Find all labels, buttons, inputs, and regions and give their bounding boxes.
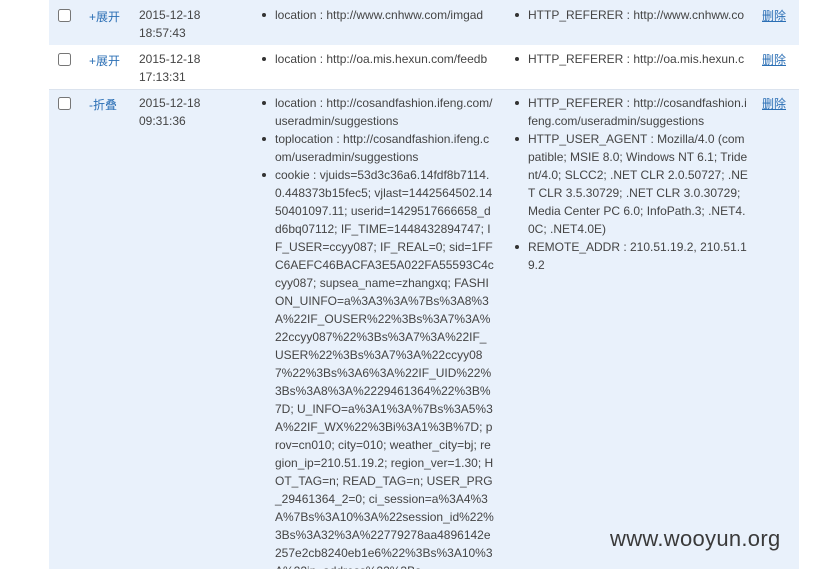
list-item: cookie : vjuids=53d3c36a6.14fdf8b7114.0.… <box>261 166 494 569</box>
date-text: 2015-12-18 <box>139 96 201 110</box>
delete-link[interactable]: 删除 <box>762 95 786 112</box>
list-item: location : http://oa.mis.hexun.com/feedb <box>261 50 494 68</box>
location-list: location : http://oa.mis.hexun.com/feedb <box>261 50 494 68</box>
header-list: HTTP_REFERER : http://oa.mis.hexun.c <box>514 50 750 68</box>
time-text: 17:13:31 <box>139 70 186 84</box>
table-row: +展开 2015-12-18 18:57:43 location : http:… <box>49 0 799 46</box>
header-list: HTTP_REFERER : http://www.cnhww.co <box>514 6 750 24</box>
location-list: location : http://cosandfashion.ifeng.co… <box>261 94 494 569</box>
list-item: HTTP_REFERER : http://cosandfashion.ifen… <box>514 94 750 130</box>
row-checkbox[interactable] <box>58 97 71 110</box>
list-item: HTTP_REFERER : http://www.cnhww.co <box>514 6 750 24</box>
date-text: 2015-12-18 <box>139 8 201 22</box>
header-list: HTTP_REFERER : http://cosandfashion.ifen… <box>514 94 750 274</box>
list-item: location : http://www.cnhww.com/imgad <box>261 6 494 24</box>
delete-link[interactable]: 删除 <box>762 51 786 68</box>
time-text: 09:31:36 <box>139 114 186 128</box>
expand-toggle[interactable]: +展开 <box>89 52 120 69</box>
list-item: HTTP_USER_AGENT : Mozilla/4.0 (compatibl… <box>514 130 750 238</box>
watermark: www.wooyun.org <box>610 526 781 551</box>
delete-link[interactable]: 删除 <box>762 7 786 24</box>
timestamp: 2015-12-18 18:57:43 <box>139 6 200 42</box>
location-list: location : http://www.cnhww.com/imgad <box>261 6 494 24</box>
timestamp: 2015-12-18 09:31:36 <box>139 94 200 130</box>
table-row: -折叠 2015-12-18 09:31:36 location : http:… <box>49 90 799 569</box>
expand-toggle[interactable]: +展开 <box>89 8 120 25</box>
table-row: +展开 2015-12-18 17:13:31 location : http:… <box>49 45 799 90</box>
list-item: location : http://cosandfashion.ifeng.co… <box>261 94 494 130</box>
date-text: 2015-12-18 <box>139 52 201 66</box>
timestamp: 2015-12-18 17:13:31 <box>139 50 200 86</box>
time-text: 18:57:43 <box>139 26 186 40</box>
collapse-toggle[interactable]: -折叠 <box>89 96 117 113</box>
list-item: REMOTE_ADDR : 210.51.19.2, 210.51.19.2 <box>514 238 750 274</box>
row-checkbox[interactable] <box>58 53 71 66</box>
row-checkbox[interactable] <box>58 9 71 22</box>
list-item: HTTP_REFERER : http://oa.mis.hexun.c <box>514 50 750 68</box>
list-item: toplocation : http://cosandfashion.ifeng… <box>261 130 494 166</box>
